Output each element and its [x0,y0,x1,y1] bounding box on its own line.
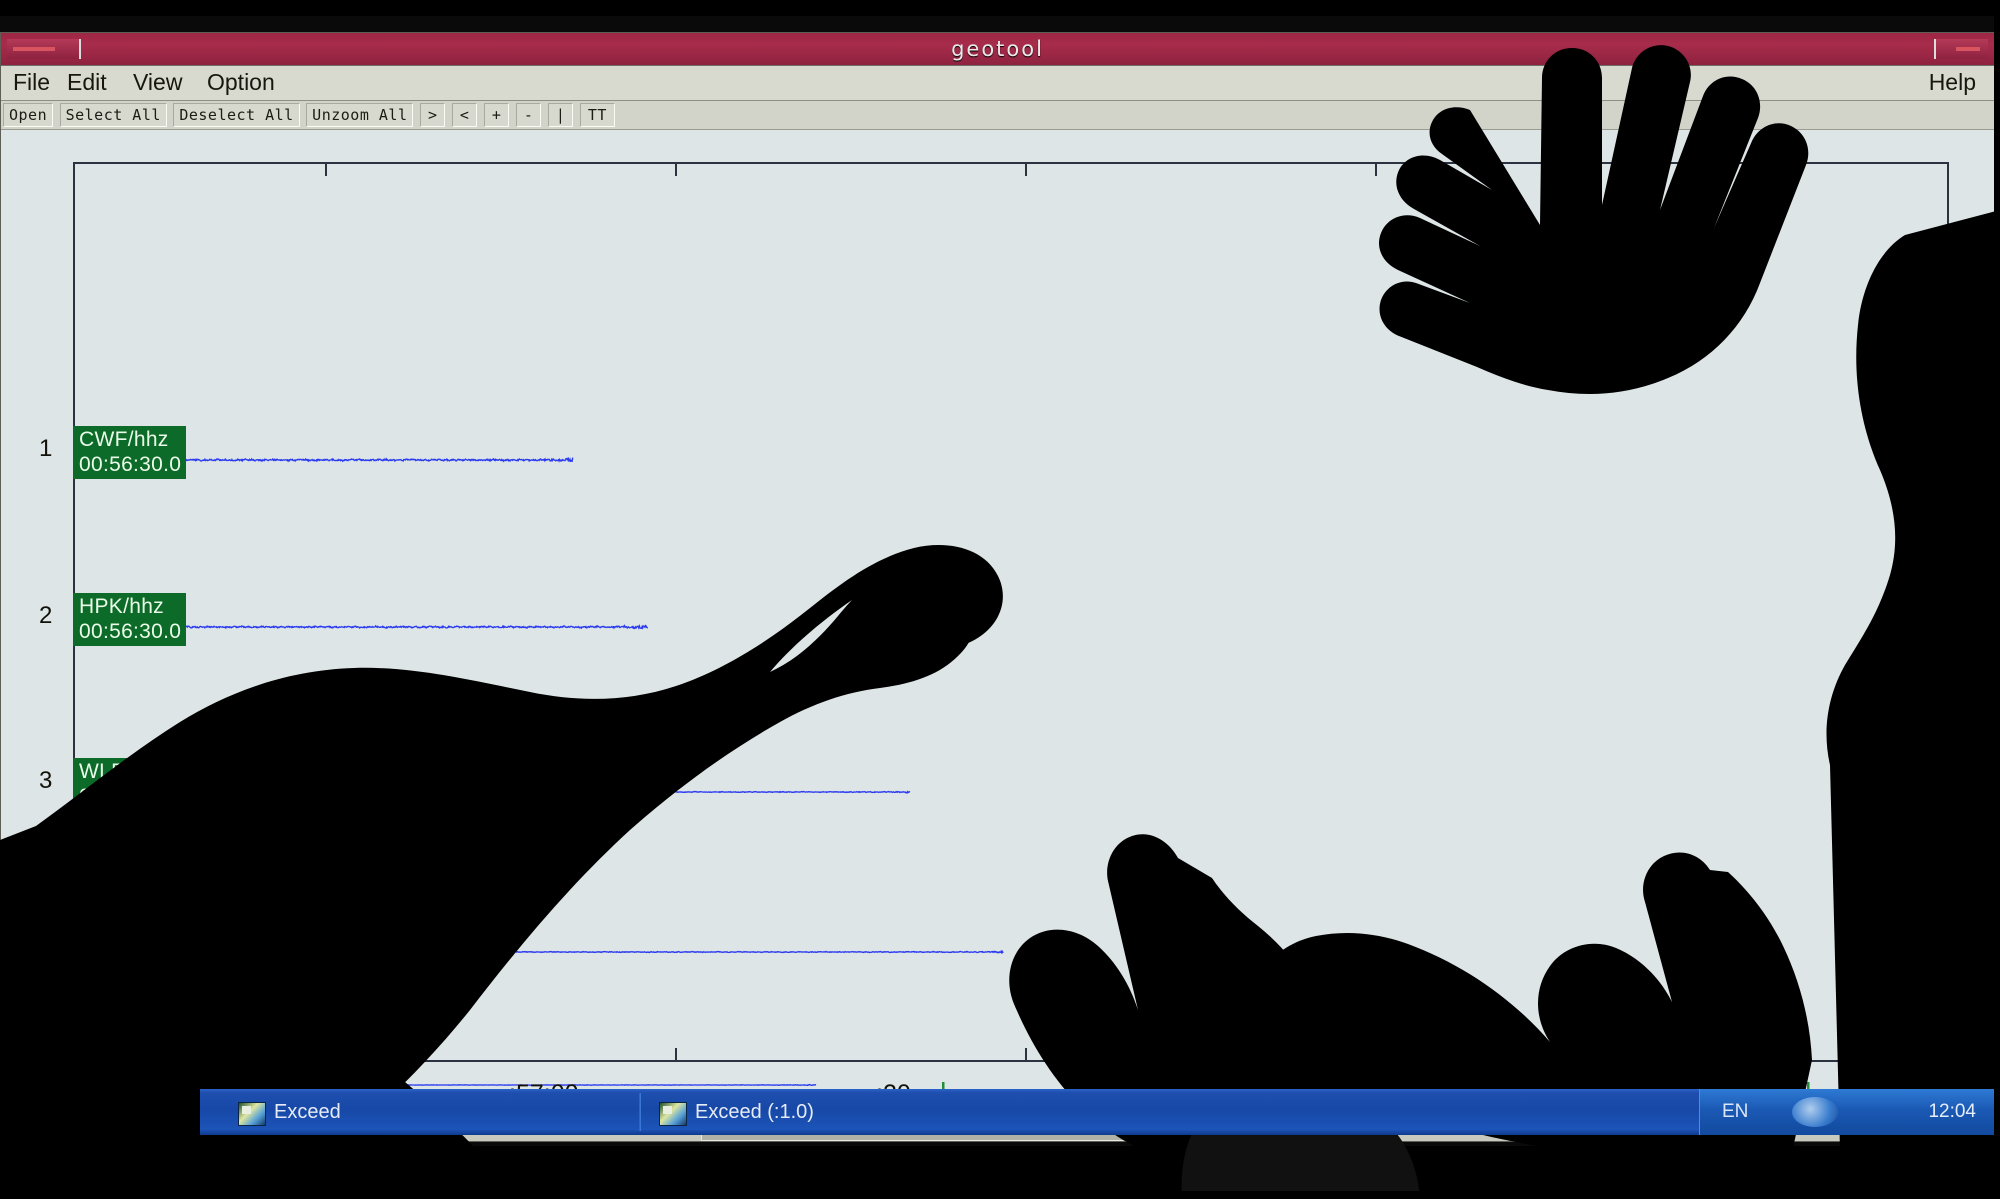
station-name-1: CWF/hhz [79,428,169,451]
toolbar-select-all-button[interactable]: Select All [59,103,167,127]
menu-bar: File Edit View Option Help [1,66,1994,101]
toolbar-next-button[interactable]: > [419,103,446,127]
station-time-3: 00:56:30.0 [79,785,182,808]
station-name-2: HPK/hhz [79,595,164,618]
toolbar-open-button[interactable]: Open [3,103,54,127]
waveform-plot-area[interactable]: 1 CWF/hhz 00:56:30.0 2 HPK/hhz 00:56:30.… [1,130,1994,1141]
toolbar-cursor-button[interactable]: | [547,103,574,127]
desktop: geotool File Edit View Option Help Open … [0,16,2000,1199]
menu-item-option[interactable]: Option [203,69,279,96]
trace-index-4: 4 [39,930,53,957]
tray-language-indicator[interactable]: EN [1722,1101,1748,1123]
taskbar-item-exceed[interactable]: Exceed [220,1093,640,1131]
taskbar-item-exceed-1-0-label: Exceed (:1.0) [695,1101,814,1123]
station-time-4: 00:56:30.0 [79,948,182,971]
taskbar: Exceed Exceed (:1.0) EN 12:04 [200,1089,2000,1135]
monitor-bezel-right [1994,0,2000,1199]
menu-item-edit[interactable]: Edit [63,69,111,96]
trace-index-3: 3 [39,767,53,794]
menu-item-view[interactable]: View [129,69,186,96]
toolbar-unzoom-all-button[interactable]: Unzoom All [306,103,414,127]
toolbar-zoom-out-button[interactable]: - [515,103,542,127]
station-time-2: 00:56:30.0 [79,620,182,643]
toolbar-previous-button[interactable]: < [451,103,478,127]
waveform-trace-5 [74,1083,817,1087]
toolbar: Open Select All Deselect All Unzoom All … [1,101,1994,131]
station-tag-4[interactable]: TFO1/hhz 00:56:30.0 [73,921,187,974]
waveform-trace-4 [74,949,1004,955]
taskbar-item-exceed-label: Exceed [274,1101,341,1123]
station-tag-1[interactable]: CWF/hhz 00:56:30.0 [73,426,187,479]
screenshot-root: geotool File Edit View Option Help Open … [0,0,2000,1199]
station-tag-3[interactable]: WLF1/hhz 00:56:30.0 [73,758,187,811]
monitor-bezel-bottom [0,1191,2000,1199]
network-icon[interactable] [1792,1097,1838,1127]
toolbar-travel-time-button[interactable]: TT [579,103,615,127]
trace-index-2: 2 [39,602,53,629]
window-maximize-button[interactable] [1934,39,1988,59]
station-name-4: TFO1/hhz [79,923,175,946]
toolbar-zoom-in-button[interactable]: + [483,103,510,127]
waveform-traces [74,457,1810,1126]
geotool-window: geotool File Edit View Option Help Open … [0,32,1995,1142]
menu-item-file[interactable]: File [9,69,54,96]
window-titlebar: geotool [1,33,1994,66]
exceed-app-icon [238,1102,266,1126]
tray-clock[interactable]: 12:04 [1928,1101,1976,1123]
station-name-3: WLF1/hhz [79,760,178,783]
exceed-app-icon [659,1102,687,1126]
station-tag-2[interactable]: HPK/hhz 00:56:30.0 [73,593,187,646]
station-time-1: 00:56:30.0 [79,453,182,476]
window-title: geotool [951,37,1044,61]
trace-index-1: 1 [39,435,53,462]
system-tray: EN 12:04 [1699,1089,2000,1135]
taskbar-item-exceed-1-0[interactable]: Exceed (:1.0) [640,1093,1100,1131]
waveform-trace-3 [75,790,911,795]
menu-item-help[interactable]: Help [1925,69,1980,96]
toolbar-deselect-all-button[interactable]: Deselect All [173,103,300,127]
